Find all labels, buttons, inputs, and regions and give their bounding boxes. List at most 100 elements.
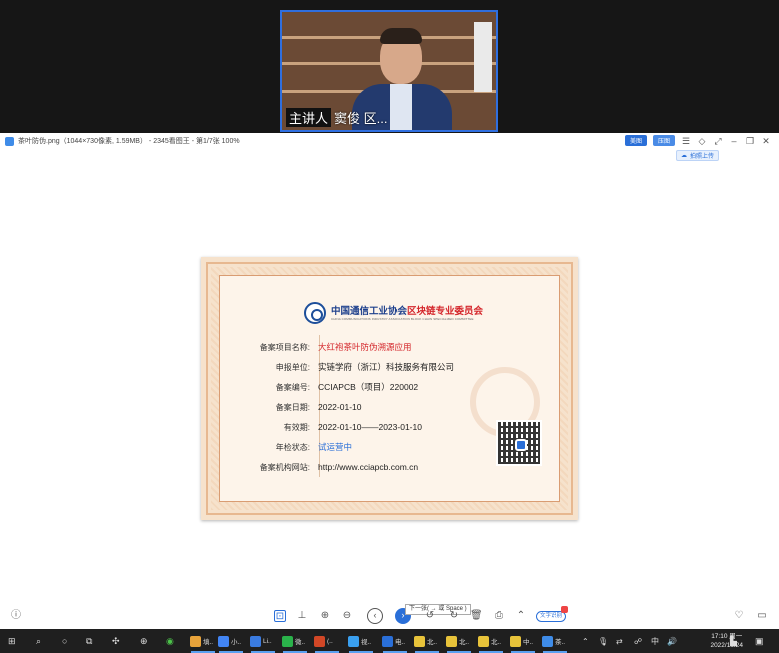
desktop: 主讲人 窦俊 区... 茶叶防伪.png（1044×730像素, 1.59MB）… bbox=[0, 0, 779, 653]
taskbar-app-button[interactable]: 微.. bbox=[282, 633, 305, 649]
app-icon bbox=[218, 635, 229, 647]
certificate-field-row: 备案日期: 2022-01-10 bbox=[241, 397, 541, 417]
taskbar-app-label: 北.. bbox=[427, 639, 438, 646]
app-icon bbox=[348, 635, 359, 647]
speaker-name: 窦俊 区... bbox=[334, 110, 388, 126]
taskbar-app-button[interactable]: 北.. bbox=[414, 633, 437, 649]
minimize-icon[interactable]: – bbox=[729, 136, 739, 146]
taskbar-app-button[interactable]: 电.. bbox=[382, 633, 405, 649]
taskbar-app-button[interactable]: 填.. bbox=[190, 633, 213, 649]
clock-time: 17:10 周一 bbox=[711, 633, 743, 640]
clock-date: 2022/10/24 bbox=[710, 642, 743, 649]
system-clock[interactable]: 17:10 周一 2022/10/24 bbox=[710, 632, 743, 650]
cloud-icon: ☁ bbox=[680, 153, 687, 159]
field-label: 申报单位: bbox=[275, 362, 310, 372]
certificate-field-row: 备案编号: CCIAPCB（项目）220002 bbox=[241, 377, 541, 397]
info-icon[interactable]: ⓘ bbox=[10, 610, 22, 622]
next-image-tooltip: 下一张( → 或 Space ) bbox=[405, 604, 471, 615]
speaker-hair bbox=[380, 28, 422, 44]
skin-icon[interactable]: ◇ bbox=[697, 136, 707, 146]
image-viewer-window: 茶叶防伪.png（1044×730像素, 1.59MB） - 2345看图王 -… bbox=[0, 133, 779, 629]
taskbar-app-button[interactable]: 北.. bbox=[446, 633, 469, 649]
maximize-icon[interactable]: ❐ bbox=[745, 136, 755, 146]
app-icon bbox=[314, 635, 325, 647]
taskbar-app-button[interactable]: (.. bbox=[314, 633, 333, 649]
cloud-upload-button[interactable]: ☁ 拍照上传 bbox=[675, 150, 719, 161]
taskbar-app-label: 北.. bbox=[491, 639, 502, 646]
qr-code bbox=[496, 420, 542, 466]
search-app-icon[interactable]: ⊕ bbox=[140, 633, 148, 649]
app-pinned-icon[interactable]: ✣ bbox=[112, 633, 120, 649]
organization-name: 中国通信工业协会区块链专业委员会 bbox=[331, 303, 483, 317]
compress-button[interactable]: 压图 bbox=[652, 135, 675, 146]
field-label: 备案日期: bbox=[275, 402, 310, 412]
taskbar-app-label: Li.. bbox=[263, 637, 272, 645]
volume-icon[interactable]: 🔊 bbox=[667, 633, 677, 649]
notification-icon[interactable]: ▣ bbox=[755, 633, 764, 649]
flag-banner bbox=[474, 22, 492, 92]
certificate-field-row: 申报单位: 实链学府（浙江）科技服务有限公司 bbox=[241, 357, 541, 377]
qr-center-logo-icon bbox=[515, 439, 527, 451]
certificate-field-row: 备案项目名称: 大红袍茶叶防伪溯源应用 bbox=[241, 337, 541, 357]
previous-image-button[interactable]: ‹ bbox=[367, 608, 383, 624]
app-icon bbox=[510, 635, 521, 647]
start-icon[interactable]: ⊞ bbox=[8, 633, 16, 649]
print-icon[interactable]: ⎙ bbox=[493, 610, 505, 622]
window-title: 茶叶防伪.png（1044×730像素, 1.59MB） - 2345看图王 -… bbox=[18, 138, 240, 145]
field-value: 2022-01-10——2023-01-10 bbox=[318, 422, 422, 432]
app-icon bbox=[478, 635, 489, 647]
taskbar-app-button[interactable]: 中.. bbox=[510, 633, 533, 649]
taskbar-app-button[interactable]: 茶.. bbox=[542, 633, 565, 649]
favorite-icon[interactable]: ♡ bbox=[733, 610, 745, 622]
app-icon bbox=[190, 635, 201, 647]
rotate-right-icon[interactable]: ↻ bbox=[448, 610, 460, 622]
taskbar-app-label: 微.. bbox=[295, 639, 306, 646]
speaker-shirt bbox=[390, 84, 412, 130]
app-icon bbox=[250, 635, 261, 647]
rotate-left-icon[interactable]: ↺ bbox=[424, 610, 436, 622]
fullscreen-icon[interactable]: ⤢ bbox=[713, 136, 723, 146]
field-value: 试运营中 bbox=[318, 442, 353, 452]
speaker-role: 主讲人 bbox=[286, 107, 332, 127]
task-view-icon[interactable]: ⧉ bbox=[86, 633, 92, 649]
field-value: 大红袍茶叶防伪溯源应用 bbox=[318, 342, 412, 352]
field-label: 备案机构网站: bbox=[259, 462, 310, 472]
taskbar-app-button[interactable]: 北.. bbox=[478, 633, 501, 649]
title-bar-controls: 美图 压图 ☰ ◇ ⤢ – ❐ ✕ bbox=[624, 135, 771, 146]
cortana-icon[interactable]: ○ bbox=[62, 633, 67, 649]
speaker-video-tile[interactable]: 主讲人 窦俊 区... bbox=[280, 10, 498, 132]
taskbar-app-label: (.. bbox=[327, 637, 333, 645]
org-name-highlight: 区块链专业委员会 bbox=[407, 306, 484, 317]
app-tray-icon[interactable]: ▙ bbox=[730, 633, 737, 649]
tray-app-icon[interactable]: ⇄ bbox=[616, 633, 623, 649]
menu-icon[interactable]: ☰ bbox=[681, 136, 691, 146]
taskbar-app-button[interactable]: 视.. bbox=[348, 633, 371, 649]
association-logo-icon bbox=[304, 302, 326, 324]
app-icon bbox=[414, 635, 425, 647]
field-value: 2022-01-10 bbox=[318, 402, 362, 412]
zoom-in-icon[interactable]: ⊕ bbox=[319, 610, 331, 622]
taskbar-app-button[interactable]: 小.. bbox=[218, 633, 241, 649]
browser-app-icon[interactable]: ◉ bbox=[166, 633, 174, 649]
network-icon[interactable]: ☍ bbox=[634, 633, 642, 649]
beautify-button[interactable]: 美图 bbox=[624, 135, 647, 146]
organization-name-english: CHINA COMMUNICATIONS INDUSTRY ASSOCIATIO… bbox=[331, 317, 474, 321]
zoom-out-icon[interactable]: ⊖ bbox=[341, 610, 353, 622]
field-value: CCIAPCB（项目）220002 bbox=[318, 382, 419, 392]
fit-window-icon[interactable]: ⊡ bbox=[274, 610, 286, 622]
taskbar-app-label: 中.. bbox=[523, 639, 534, 646]
folder-icon[interactable]: ▭ bbox=[756, 610, 768, 622]
delete-icon[interactable]: 🗑 bbox=[470, 610, 483, 622]
taskbar: ⊞ ⌕ ○ ⧉ ✣ ⊕ ◉ 填.. 小.. Li.. 微.. (.. 视.. 电.. 北.. 北… bbox=[0, 629, 779, 653]
actual-size-icon[interactable]: ⊥ bbox=[296, 610, 308, 622]
mic-icon[interactable]: 🎙 bbox=[598, 633, 608, 649]
search-icon[interactable]: ⌕ bbox=[36, 633, 41, 649]
app-icon bbox=[5, 136, 14, 146]
taskbar-app-label: 北.. bbox=[459, 639, 470, 646]
close-icon[interactable]: ✕ bbox=[761, 136, 771, 146]
taskbar-app-button[interactable]: Li.. bbox=[250, 633, 272, 649]
more-icon[interactable]: ⌃ bbox=[515, 610, 527, 622]
field-label: 有效期: bbox=[283, 422, 310, 432]
ime-icon[interactable]: 中 bbox=[651, 633, 659, 649]
tray-expand-icon[interactable]: ⌃ bbox=[582, 633, 589, 649]
